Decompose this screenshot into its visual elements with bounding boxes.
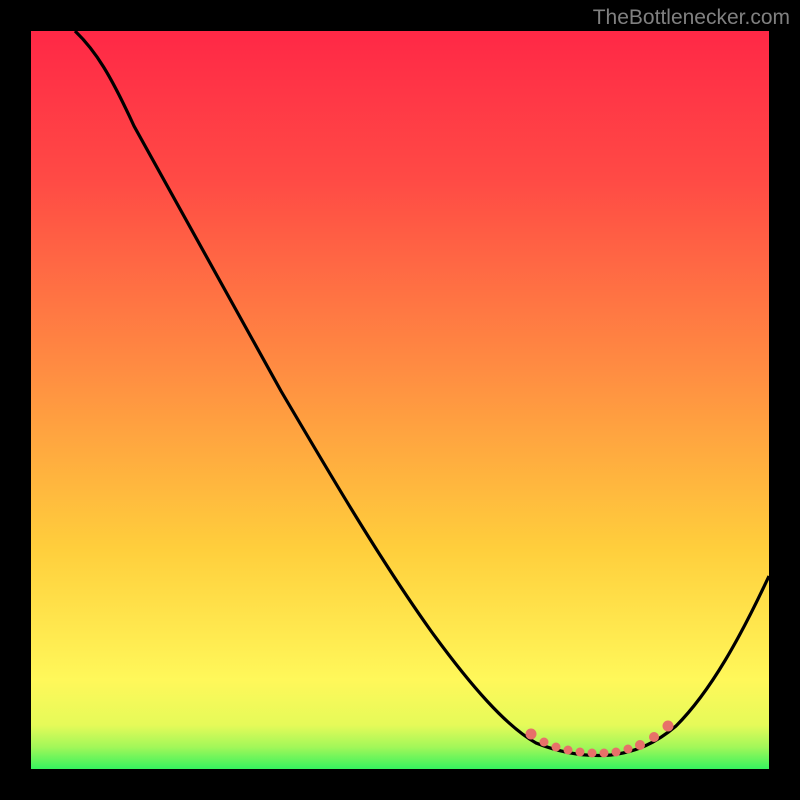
chart-container: TheBottlenecker.com [0,0,800,800]
plot-area [31,31,769,769]
watermark-text: TheBottlenecker.com [593,6,790,30]
chart-svg [31,31,769,769]
